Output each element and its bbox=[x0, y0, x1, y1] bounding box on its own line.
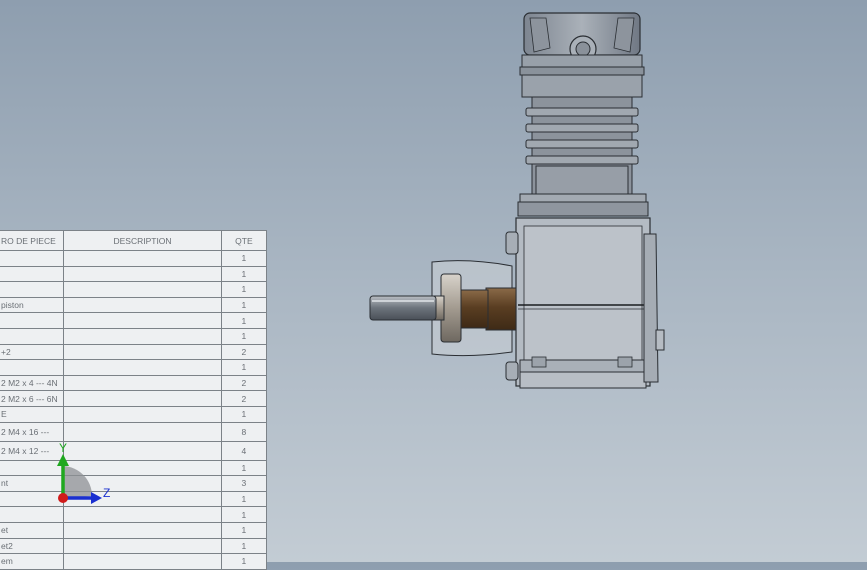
view-orientation-triad: Y Z bbox=[45, 438, 125, 513]
graphics-viewport[interactable]: RO DE PIECE DESCRIPTION QTE 1 1 1 piston 1 1 1… bbox=[0, 0, 867, 570]
x-axis-origin bbox=[58, 493, 68, 503]
engine-model[interactable] bbox=[0, 0, 867, 562]
z-axis-arrow bbox=[91, 492, 102, 504]
y-axis-label: Y bbox=[59, 441, 68, 455]
crankcase[interactable] bbox=[505, 217, 665, 389]
triad-graphic bbox=[57, 454, 102, 504]
cylinder-head[interactable] bbox=[519, 12, 645, 98]
y-axis-arrow bbox=[57, 454, 69, 466]
crankshaft[interactable] bbox=[369, 260, 517, 357]
z-axis-label: Z bbox=[103, 486, 111, 500]
cylinder-fins[interactable] bbox=[517, 96, 649, 217]
